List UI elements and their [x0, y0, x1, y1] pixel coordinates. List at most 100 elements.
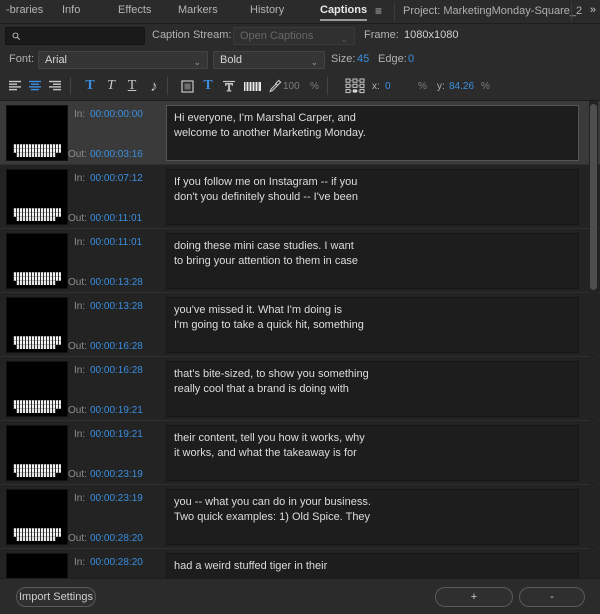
caption-stream-value: Open Captions — [240, 30, 314, 42]
font-label: Font: — [9, 53, 35, 65]
caption-stream-select[interactable]: Open Captions ⌄ — [233, 27, 355, 45]
x-position-label: x: — [372, 81, 380, 92]
out-timecode-value[interactable]: 00:00:13:28 — [90, 277, 143, 288]
caption-text-field[interactable]: doing these mini case studies. I want to… — [166, 233, 579, 289]
tab-divider-right — [571, 2, 572, 22]
background-box-button[interactable] — [178, 78, 196, 94]
table-row[interactable]: In: 00:00:28:20 had a weird stuffed tiger … — [0, 549, 600, 578]
table-row[interactable]: In: 00:00:11:01 Out: 00:00:13:28 doing these… — [0, 229, 600, 293]
in-timecode-label: In: — [74, 493, 86, 504]
font-family-select[interactable]: Arial ⌄ — [38, 51, 208, 69]
thumbnail-caption-strip — [13, 272, 61, 281]
caption-text-field[interactable]: that's bite-sized, to show you something… — [166, 361, 579, 417]
caption-thumbnail — [6, 361, 68, 417]
out-timecode-value[interactable]: 00:00:23:19 — [90, 469, 143, 480]
out-timecode-value[interactable]: 00:00:19:21 — [90, 405, 143, 416]
table-row[interactable]: In: 00:00:07:12 Out: 00:00:11:01 If you foll… — [0, 165, 600, 229]
in-timecode-label: In: — [74, 429, 86, 440]
align-left-icon[interactable] — [6, 78, 24, 94]
font-family-value: Arial — [45, 54, 68, 66]
caption-thumbnail — [6, 489, 68, 545]
position-grid-icon[interactable] — [345, 78, 367, 94]
search-input[interactable] — [5, 27, 145, 45]
tab-effects[interactable]: Effects — [118, 4, 151, 20]
thumbnail-caption-strip-2 — [16, 281, 56, 285]
in-timecode-label: In: — [74, 365, 86, 376]
font-style-select[interactable]: Bold ⌄ — [213, 51, 325, 69]
out-timecode-value[interactable]: 00:00:16:28 — [90, 341, 143, 352]
caption-thumbnail — [6, 169, 68, 225]
table-row[interactable]: In: 00:00:19:21 Out: 00:00:23:19 their conte… — [0, 421, 600, 485]
text-edge-button[interactable]: T — [220, 78, 238, 94]
caption-thumbnail — [6, 425, 68, 481]
y-position-value[interactable]: 84.26 — [449, 81, 474, 92]
scrollbar-thumb[interactable] — [590, 104, 597, 290]
search-row: Caption Stream: Open Captions ⌄ Frame: 1… — [0, 24, 600, 48]
align-right-icon[interactable] — [46, 78, 64, 94]
thumbnail-caption-strip-2 — [16, 473, 56, 477]
in-timecode-value[interactable]: 00:00:19:21 — [90, 429, 143, 440]
y-position-label: y: — [437, 81, 445, 92]
panel-menu-icon[interactable]: ≡ — [375, 5, 382, 17]
caption-list-scrollbar[interactable] — [589, 101, 598, 578]
table-row[interactable]: In: 00:00:00:00 Out: 00:00:03:16 Hi everyone… — [0, 101, 600, 165]
italic-button[interactable]: T — [102, 78, 120, 94]
edge-value[interactable]: 0 — [408, 53, 414, 65]
in-timecode-value[interactable]: 00:00:13:28 — [90, 301, 143, 312]
x-percent-sign: % — [418, 81, 427, 92]
out-timecode-value[interactable]: 00:00:11:01 — [90, 213, 142, 224]
table-row[interactable]: In: 00:00:23:19 Out: 00:00:28:20 you -- what… — [0, 485, 600, 549]
chevron-down-icon: ⌄ — [310, 57, 318, 67]
chevron-down-icon: ⌄ — [340, 34, 348, 44]
tab-info[interactable]: Info — [62, 4, 80, 20]
caption-thumbnail — [6, 297, 68, 353]
tab-divider — [394, 2, 395, 22]
caption-text-field[interactable]: you've missed it. What I'm doing is I'm … — [166, 297, 579, 353]
table-row[interactable]: In: 00:00:16:28 Out: 00:00:19:21 that's bite… — [0, 357, 600, 421]
panel-tab-bar: -braries Info Effects Markers History Ca… — [0, 0, 600, 24]
out-timecode-label: Out: — [68, 469, 87, 480]
tab-markers[interactable]: Markers — [178, 4, 218, 20]
caption-text-field[interactable]: Hi everyone, I'm Marshal Carper, and wel… — [166, 105, 579, 161]
color-swatch-button[interactable] — [243, 78, 261, 94]
size-value[interactable]: 45 — [357, 53, 369, 65]
tab-libraries[interactable]: -braries — [6, 4, 43, 20]
thumbnail-caption-strip-2 — [16, 537, 56, 541]
caption-text-field[interactable]: their content, tell you how it works, wh… — [166, 425, 579, 481]
import-settings-button[interactable]: Import Settings — [16, 587, 96, 607]
caption-text-field[interactable]: If you follow me on Instagram -- if you … — [166, 169, 579, 225]
tab-history[interactable]: History — [250, 4, 284, 20]
bold-button[interactable]: T — [81, 78, 99, 94]
out-timecode-value[interactable]: 00:00:28:20 — [90, 533, 143, 544]
in-timecode-label: In: — [74, 557, 86, 568]
text-fill-button[interactable]: T — [199, 78, 217, 94]
in-timecode-label: In: — [74, 237, 86, 248]
in-timecode-value[interactable]: 00:00:00:00 — [90, 109, 143, 120]
add-caption-button[interactable]: + — [435, 587, 513, 607]
table-row[interactable]: In: 00:00:13:28 Out: 00:00:16:28 you've miss… — [0, 293, 600, 357]
in-timecode-value[interactable]: 00:00:23:19 — [90, 493, 143, 504]
thumbnail-caption-strip-2 — [16, 217, 56, 221]
out-timecode-label: Out: — [68, 533, 87, 544]
caption-text-field[interactable]: had a weird stuffed tiger in their — [166, 553, 579, 578]
eyedropper-icon[interactable] — [266, 78, 284, 94]
underline-button[interactable]: T — [123, 78, 141, 94]
in-timecode-value[interactable]: 00:00:07:12 — [90, 173, 143, 184]
opacity-value[interactable]: 100 — [283, 81, 300, 92]
project-tab-label[interactable]: Project: MarketingMonday-Square_2 — [403, 5, 582, 17]
x-position-value[interactable]: 0 — [385, 81, 391, 92]
thumbnail-caption-strip-2 — [16, 345, 56, 349]
music-note-button[interactable]: ♪ — [145, 78, 163, 95]
overflow-chevron-icon[interactable]: » — [590, 4, 596, 16]
caption-list[interactable]: In: 00:00:00:00 Out: 00:00:03:16 Hi everyone… — [0, 101, 600, 578]
remove-caption-button[interactable]: - — [519, 587, 585, 607]
in-timecode-value[interactable]: 00:00:28:20 — [90, 557, 143, 568]
tab-captions[interactable]: Captions — [320, 4, 368, 21]
thumbnail-caption-strip — [13, 528, 61, 537]
align-center-icon[interactable] — [26, 78, 44, 94]
out-timecode-label: Out: — [68, 149, 87, 160]
out-timecode-value[interactable]: 00:00:03:16 — [90, 149, 143, 160]
in-timecode-value[interactable]: 00:00:11:01 — [90, 237, 142, 248]
caption-text-field[interactable]: you -- what you can do in your business.… — [166, 489, 579, 545]
in-timecode-value[interactable]: 00:00:16:28 — [90, 365, 143, 376]
